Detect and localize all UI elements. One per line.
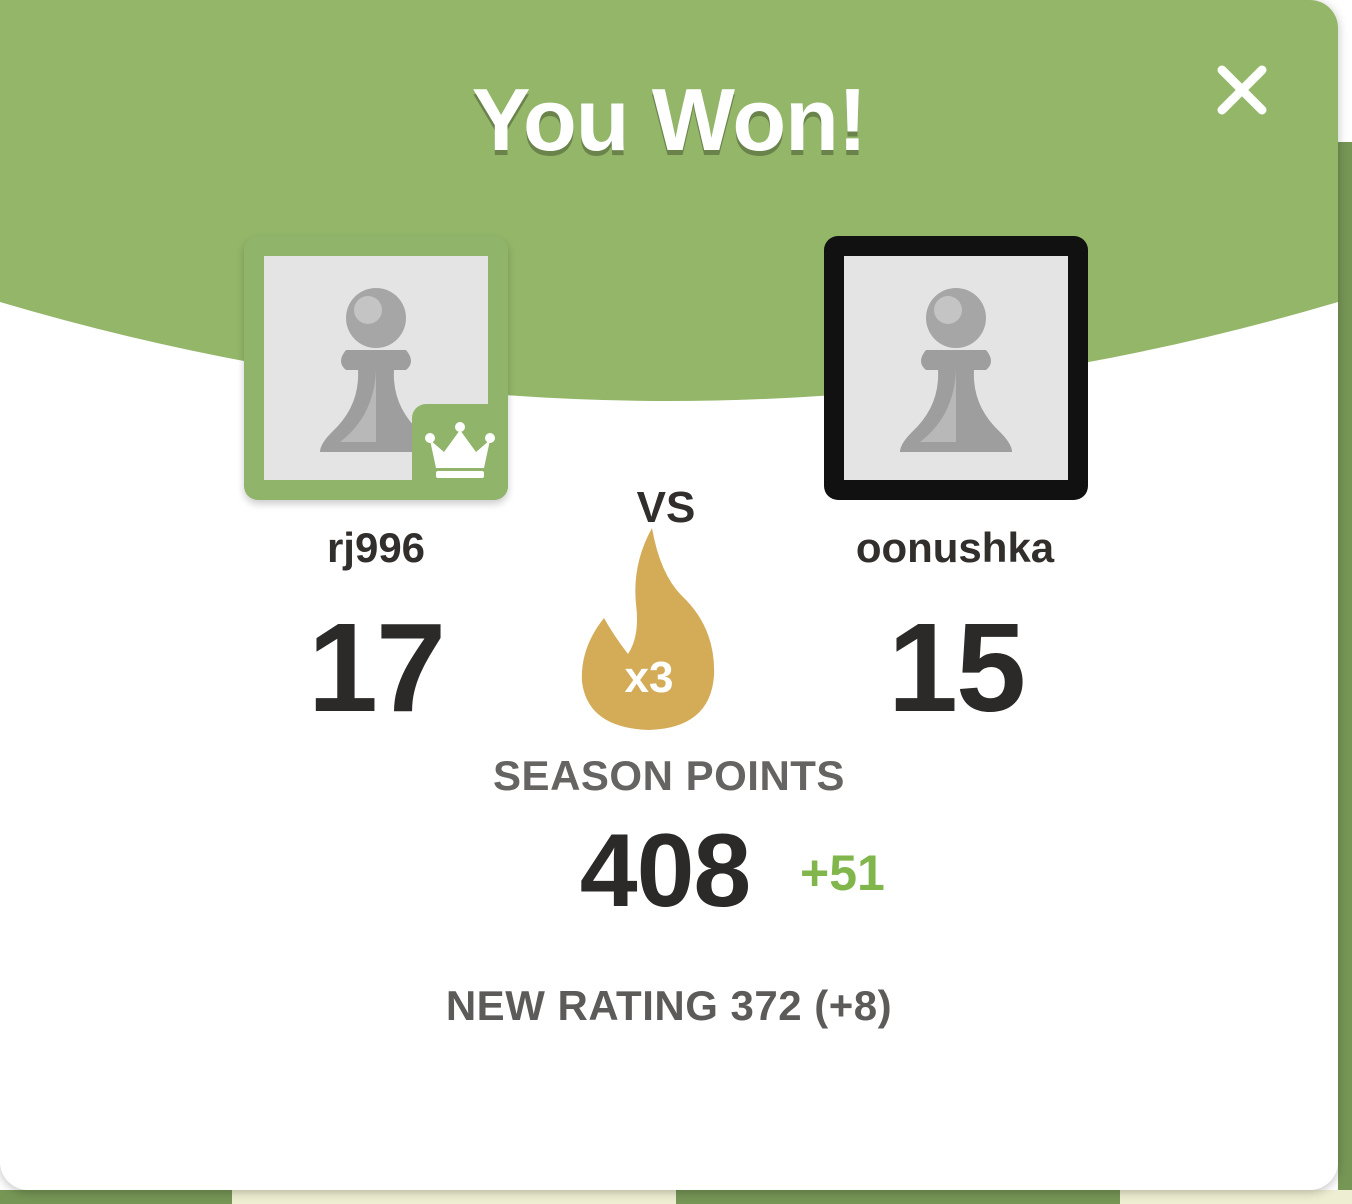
pawn-icon bbox=[900, 288, 1012, 452]
modal-header-banner bbox=[0, 0, 1338, 401]
opponent-avatar[interactable] bbox=[824, 236, 1088, 500]
season-points-value: 408 bbox=[579, 813, 752, 929]
winner-badge bbox=[412, 404, 508, 500]
board-square bbox=[0, 1190, 232, 1204]
board-square bbox=[1120, 1190, 1352, 1204]
new-rating: NEW RATING 372 (+8) bbox=[445, 982, 893, 1029]
close-button[interactable] bbox=[1202, 50, 1282, 130]
opponent-username[interactable]: oonushka bbox=[755, 520, 1155, 576]
game-over-modal: You Won! rj996 oonushka VS x3 17 15 SEAS… bbox=[0, 0, 1338, 1190]
close-icon[interactable] bbox=[1202, 50, 1282, 130]
board-square bbox=[232, 1190, 676, 1204]
crown-icon bbox=[425, 422, 495, 478]
player-username[interactable]: rj996 bbox=[176, 520, 576, 576]
opponent-score: 15 bbox=[887, 597, 1026, 738]
season-points-delta: +51 bbox=[800, 845, 885, 901]
streak-multiplier: x3 bbox=[624, 653, 674, 702]
season-points-label: SEASON POINTS bbox=[493, 752, 845, 799]
modal-title: You Won! bbox=[471, 70, 867, 169]
board-square bbox=[676, 1190, 1120, 1204]
board-square bbox=[1338, 142, 1352, 1204]
player-score: 17 bbox=[307, 597, 446, 738]
